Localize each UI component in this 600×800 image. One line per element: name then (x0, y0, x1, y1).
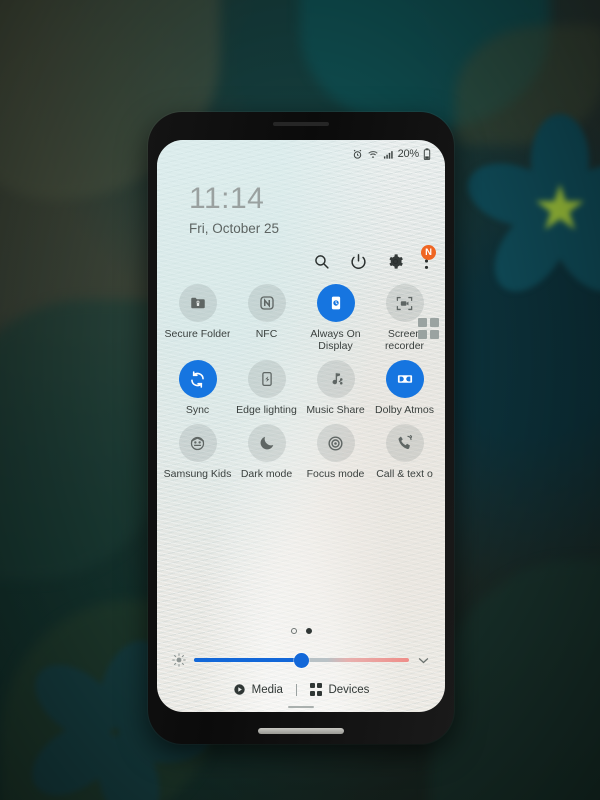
tile-sync[interactable]: Sync (163, 360, 232, 416)
search-icon[interactable] (313, 253, 330, 270)
brightness-slider-row (157, 652, 445, 668)
tile-nfc[interactable]: NFC (232, 284, 301, 352)
tile-dolby-atmos[interactable]: Dolby Atmos (370, 360, 439, 416)
battery-percent-label: 20% (397, 148, 420, 160)
quick-panel-toolbar: N (157, 236, 445, 270)
wallpaper-leaf (430, 560, 600, 800)
edge-lighting-icon (247, 360, 286, 398)
page-indicator (157, 628, 445, 634)
wifi-icon (367, 149, 379, 160)
earpiece-speaker (273, 122, 329, 126)
tile-secure-folder[interactable]: Secure Folder (163, 284, 232, 352)
play-circle-icon (233, 683, 246, 696)
phone-screen: 20% 11:14 Fri, October 25 N Secure Folde… (157, 140, 445, 712)
brightness-fill (194, 658, 302, 662)
tile-label: Secure Folder (164, 328, 231, 340)
quick-settings-grid: Secure Folder NFC Always On Display Scre… (157, 270, 445, 480)
devices-label: Devices (328, 683, 370, 696)
media-button[interactable]: Media (233, 683, 283, 696)
chevron-down-icon[interactable] (416, 653, 431, 668)
focus-mode-icon (316, 424, 355, 462)
tile-label: Always On Display (310, 328, 361, 352)
page-dot-active[interactable] (305, 628, 312, 634)
tile-call-and-text-on-other-devices[interactable]: Call & text o (370, 424, 439, 480)
tile-label: Dolby Atmos (375, 404, 434, 416)
dolby-atmos-icon (385, 360, 424, 398)
moon-icon (247, 424, 286, 462)
secure-folder-icon (178, 284, 217, 322)
nfc-icon (247, 284, 286, 322)
navigation-bar-handle[interactable] (258, 728, 344, 734)
gear-icon[interactable] (387, 253, 404, 270)
media-label: Media (251, 683, 283, 696)
tile-label: Dark mode (240, 468, 293, 480)
brightness-track[interactable] (194, 652, 409, 668)
devices-grid-icon (309, 683, 323, 696)
music-share-icon (316, 360, 355, 398)
brightness-knob[interactable] (294, 652, 309, 668)
status-bar: 20% (157, 140, 445, 164)
tile-label: NFC (255, 328, 278, 340)
power-icon[interactable] (350, 253, 367, 270)
tile-samsung-kids[interactable]: Samsung Kids (163, 424, 232, 480)
brightness-sun-icon (171, 652, 187, 668)
panel-footer: Media Devices (157, 683, 445, 696)
samsung-kids-icon (178, 424, 217, 462)
tile-label: Sync (185, 404, 210, 416)
tile-edge-lighting[interactable]: Edge lighting (232, 360, 301, 416)
page-dot[interactable] (290, 628, 297, 634)
clock-time: 11:14 (189, 182, 265, 215)
clock-date: Fri, October 25 (189, 221, 280, 236)
tile-label: Samsung Kids (163, 468, 232, 480)
cellular-signal-icon (383, 149, 394, 160)
status-badge: N (421, 245, 436, 260)
tile-music-share[interactable]: Music Share (301, 360, 370, 416)
tile-label: Call & text o (376, 468, 433, 480)
tile-label: Focus mode (306, 468, 365, 480)
sync-icon (178, 360, 217, 398)
more-options-icon[interactable]: N (421, 245, 436, 270)
tile-focus-mode[interactable]: Focus mode (301, 424, 370, 480)
tile-dark-mode[interactable]: Dark mode (232, 424, 301, 480)
screen-recorder-icon (385, 284, 424, 322)
panel-drag-handle[interactable] (288, 706, 314, 708)
alarm-clock-icon (352, 149, 363, 160)
call-and-text-on-other-devices-icon (385, 424, 424, 462)
devices-button[interactable]: Devices (309, 683, 370, 696)
battery-icon (423, 148, 431, 160)
tile-always-on-display[interactable]: Always On Display (301, 284, 370, 352)
clock-block: 11:14 Fri, October 25 (157, 164, 445, 237)
tile-label: Edge lighting (236, 404, 297, 416)
always-on-display-icon (316, 284, 355, 322)
floating-grid-icon[interactable] (418, 318, 439, 339)
phone-device: 20% 11:14 Fri, October 25 N Secure Folde… (148, 112, 454, 744)
tile-label: Music Share (306, 404, 365, 416)
footer-divider (295, 683, 297, 696)
wallpaper-flower (459, 114, 600, 305)
